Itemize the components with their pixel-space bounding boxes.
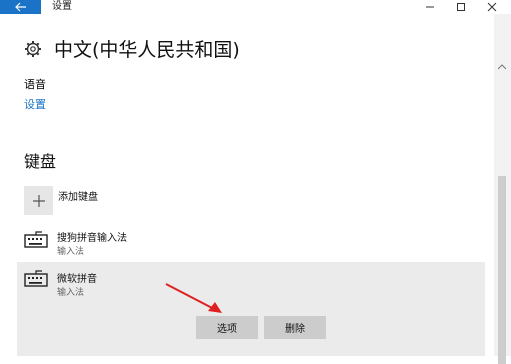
close-button[interactable] (477, 0, 507, 14)
back-arrow-icon (14, 2, 26, 12)
page-header: 中文(中华人民共和国) (24, 35, 240, 62)
add-keyboard-label[interactable]: 添加键盘 (58, 188, 98, 203)
window-title: 设置 (52, 1, 72, 12)
keyboard-item-type: 输入法 (57, 247, 85, 257)
minimize-button[interactable] (415, 0, 445, 14)
speech-settings-link[interactable]: 设置 (24, 96, 46, 112)
page-title: 中文(中华人民共和国) (54, 39, 240, 61)
options-button[interactable]: 选项 (196, 316, 258, 339)
keyboard-icon (24, 231, 48, 248)
add-keyboard-button[interactable] (24, 186, 53, 215)
keyboard-heading: 键盘 (24, 152, 57, 171)
keyboard-icon (24, 270, 48, 287)
keyboard-item-type: 输入法 (57, 288, 85, 298)
scrollbar[interactable] (494, 14, 511, 364)
speech-label: 语音 (24, 78, 46, 91)
maximize-icon (457, 3, 465, 11)
annotation-arrow-icon (165, 283, 222, 313)
delete-button[interactable]: 删除 (264, 316, 326, 339)
plus-icon (32, 194, 45, 207)
scrollbar-thumb[interactable] (498, 176, 506, 364)
gear-icon (25, 40, 41, 57)
scroll-up-icon[interactable] (498, 64, 506, 70)
back-button[interactable] (0, 0, 41, 14)
keyboard-item-name: 搜狗拼音输入法 (57, 233, 127, 244)
minimize-icon (426, 6, 434, 8)
close-icon (487, 2, 497, 12)
keyboard-item-name: 微软拼音 (57, 274, 97, 285)
maximize-button[interactable] (446, 0, 476, 14)
title-bar: 设置 (0, 0, 511, 14)
